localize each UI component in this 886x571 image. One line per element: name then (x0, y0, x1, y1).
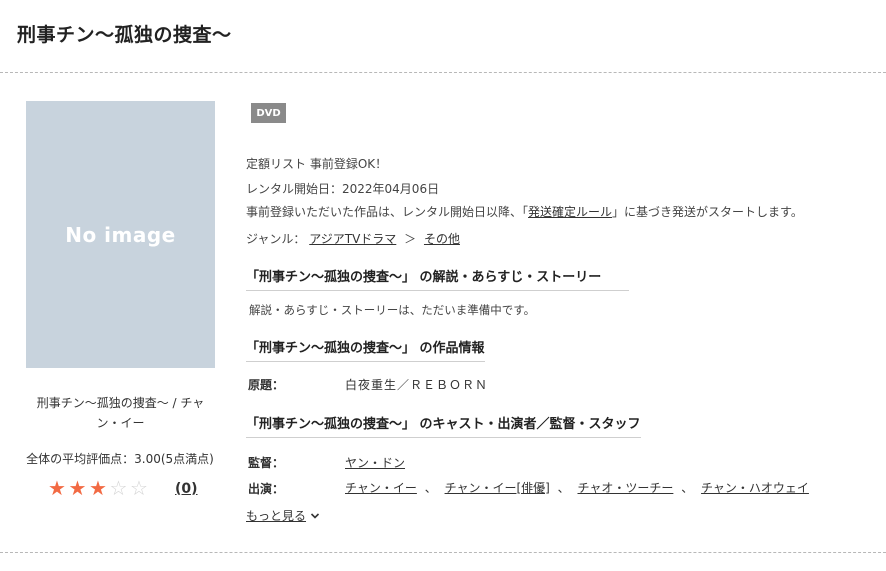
preregistration-text-pre: 事前登録いただいた作品は、レンタル開始日以降、「 (246, 205, 529, 219)
star-filled-icon: ★ (68, 476, 87, 500)
page-title: 刑事チン〜孤独の捜査〜 (17, 24, 232, 46)
star-empty-icon: ☆ (109, 476, 128, 500)
cast-row: チャン・イー 、 チャン・イー[俳優] 、 チャオ・ツーチー 、 チャン・ハオウ… (345, 479, 809, 496)
average-rating-text: 全体の平均評価点：3.00(5点満点) (26, 452, 214, 466)
star-filled-icon: ★ (89, 476, 107, 500)
story-section-heading: 「刑事チン〜孤独の捜査〜」 の解説・あらすじ・ストーリー (246, 266, 629, 291)
dvd-badge: DVD (251, 103, 286, 123)
genre-label: ジャンル： (246, 232, 306, 246)
star-filled-icon: ★ (48, 476, 66, 500)
work-title-caption: 刑事チン〜孤独の捜査〜 / チャン・イー (36, 396, 205, 430)
genre-breadcrumb: ジャンル： アジアTVドラマ ＞ その他 (246, 230, 460, 247)
cast-link[interactable]: チャン・ハオウェイ (701, 481, 809, 495)
director-label: 監督： (248, 456, 285, 470)
star-empty-icon: ☆ (130, 476, 148, 500)
original-title-label: 原題： (248, 378, 285, 392)
chevron-down-icon (310, 512, 320, 519)
cast-separator: 、 (681, 481, 694, 495)
show-more-link[interactable]: もっと見る (246, 507, 320, 524)
cast-link[interactable]: チャン・イー[俳優] (445, 481, 550, 495)
original-title-value: 白夜重生／ＲＥＢＯＲＮ (345, 378, 489, 392)
subscription-note: 定額リスト 事前登録OK！ (246, 157, 388, 171)
work-info-heading: 「刑事チン〜孤独の捜査〜」 の作品情報 (246, 337, 485, 362)
no-image-label: No image (65, 222, 176, 247)
cast-link[interactable]: チャン・イー (345, 481, 417, 495)
top-divider (0, 72, 886, 73)
preregistration-note: 事前登録いただいた作品は、レンタル開始日以降、「発送確定ルール」に基づき発送がス… (246, 203, 803, 220)
shipping-rule-link[interactable]: 発送確定ルール (528, 205, 612, 219)
rental-start-date: レンタル開始日：2022年04月06日 (246, 182, 440, 196)
genre-separator: ＞ (404, 232, 417, 246)
rating-stars: ★ ★ ★ ☆ ☆ (48, 478, 151, 498)
genre-link-asia-tv-drama[interactable]: アジアTVドラマ (309, 232, 396, 246)
genre-link-other[interactable]: その他 (424, 232, 460, 246)
cast-label: 出演： (248, 482, 285, 496)
cast-separator: 、 (424, 481, 437, 495)
director-row: ヤン・ドン (345, 454, 405, 471)
cast-section-heading: 「刑事チン〜孤独の捜査〜」 のキャスト・出演者／監督・スタッフ (246, 413, 641, 438)
story-text: 解説・あらすじ・ストーリーは、ただいま準備中です。 (249, 303, 536, 317)
cast-separator: 、 (557, 481, 570, 495)
show-more-label: もっと見る (246, 509, 307, 523)
bottom-divider (0, 552, 886, 553)
preregistration-text-post: 」に基づき発送がスタートします。 (612, 205, 803, 219)
cover-image-placeholder: No image (26, 101, 215, 368)
review-count-link[interactable]: (0) (175, 481, 198, 497)
cast-link[interactable]: チャオ・ツーチー (577, 481, 673, 495)
director-link[interactable]: ヤン・ドン (345, 456, 405, 470)
